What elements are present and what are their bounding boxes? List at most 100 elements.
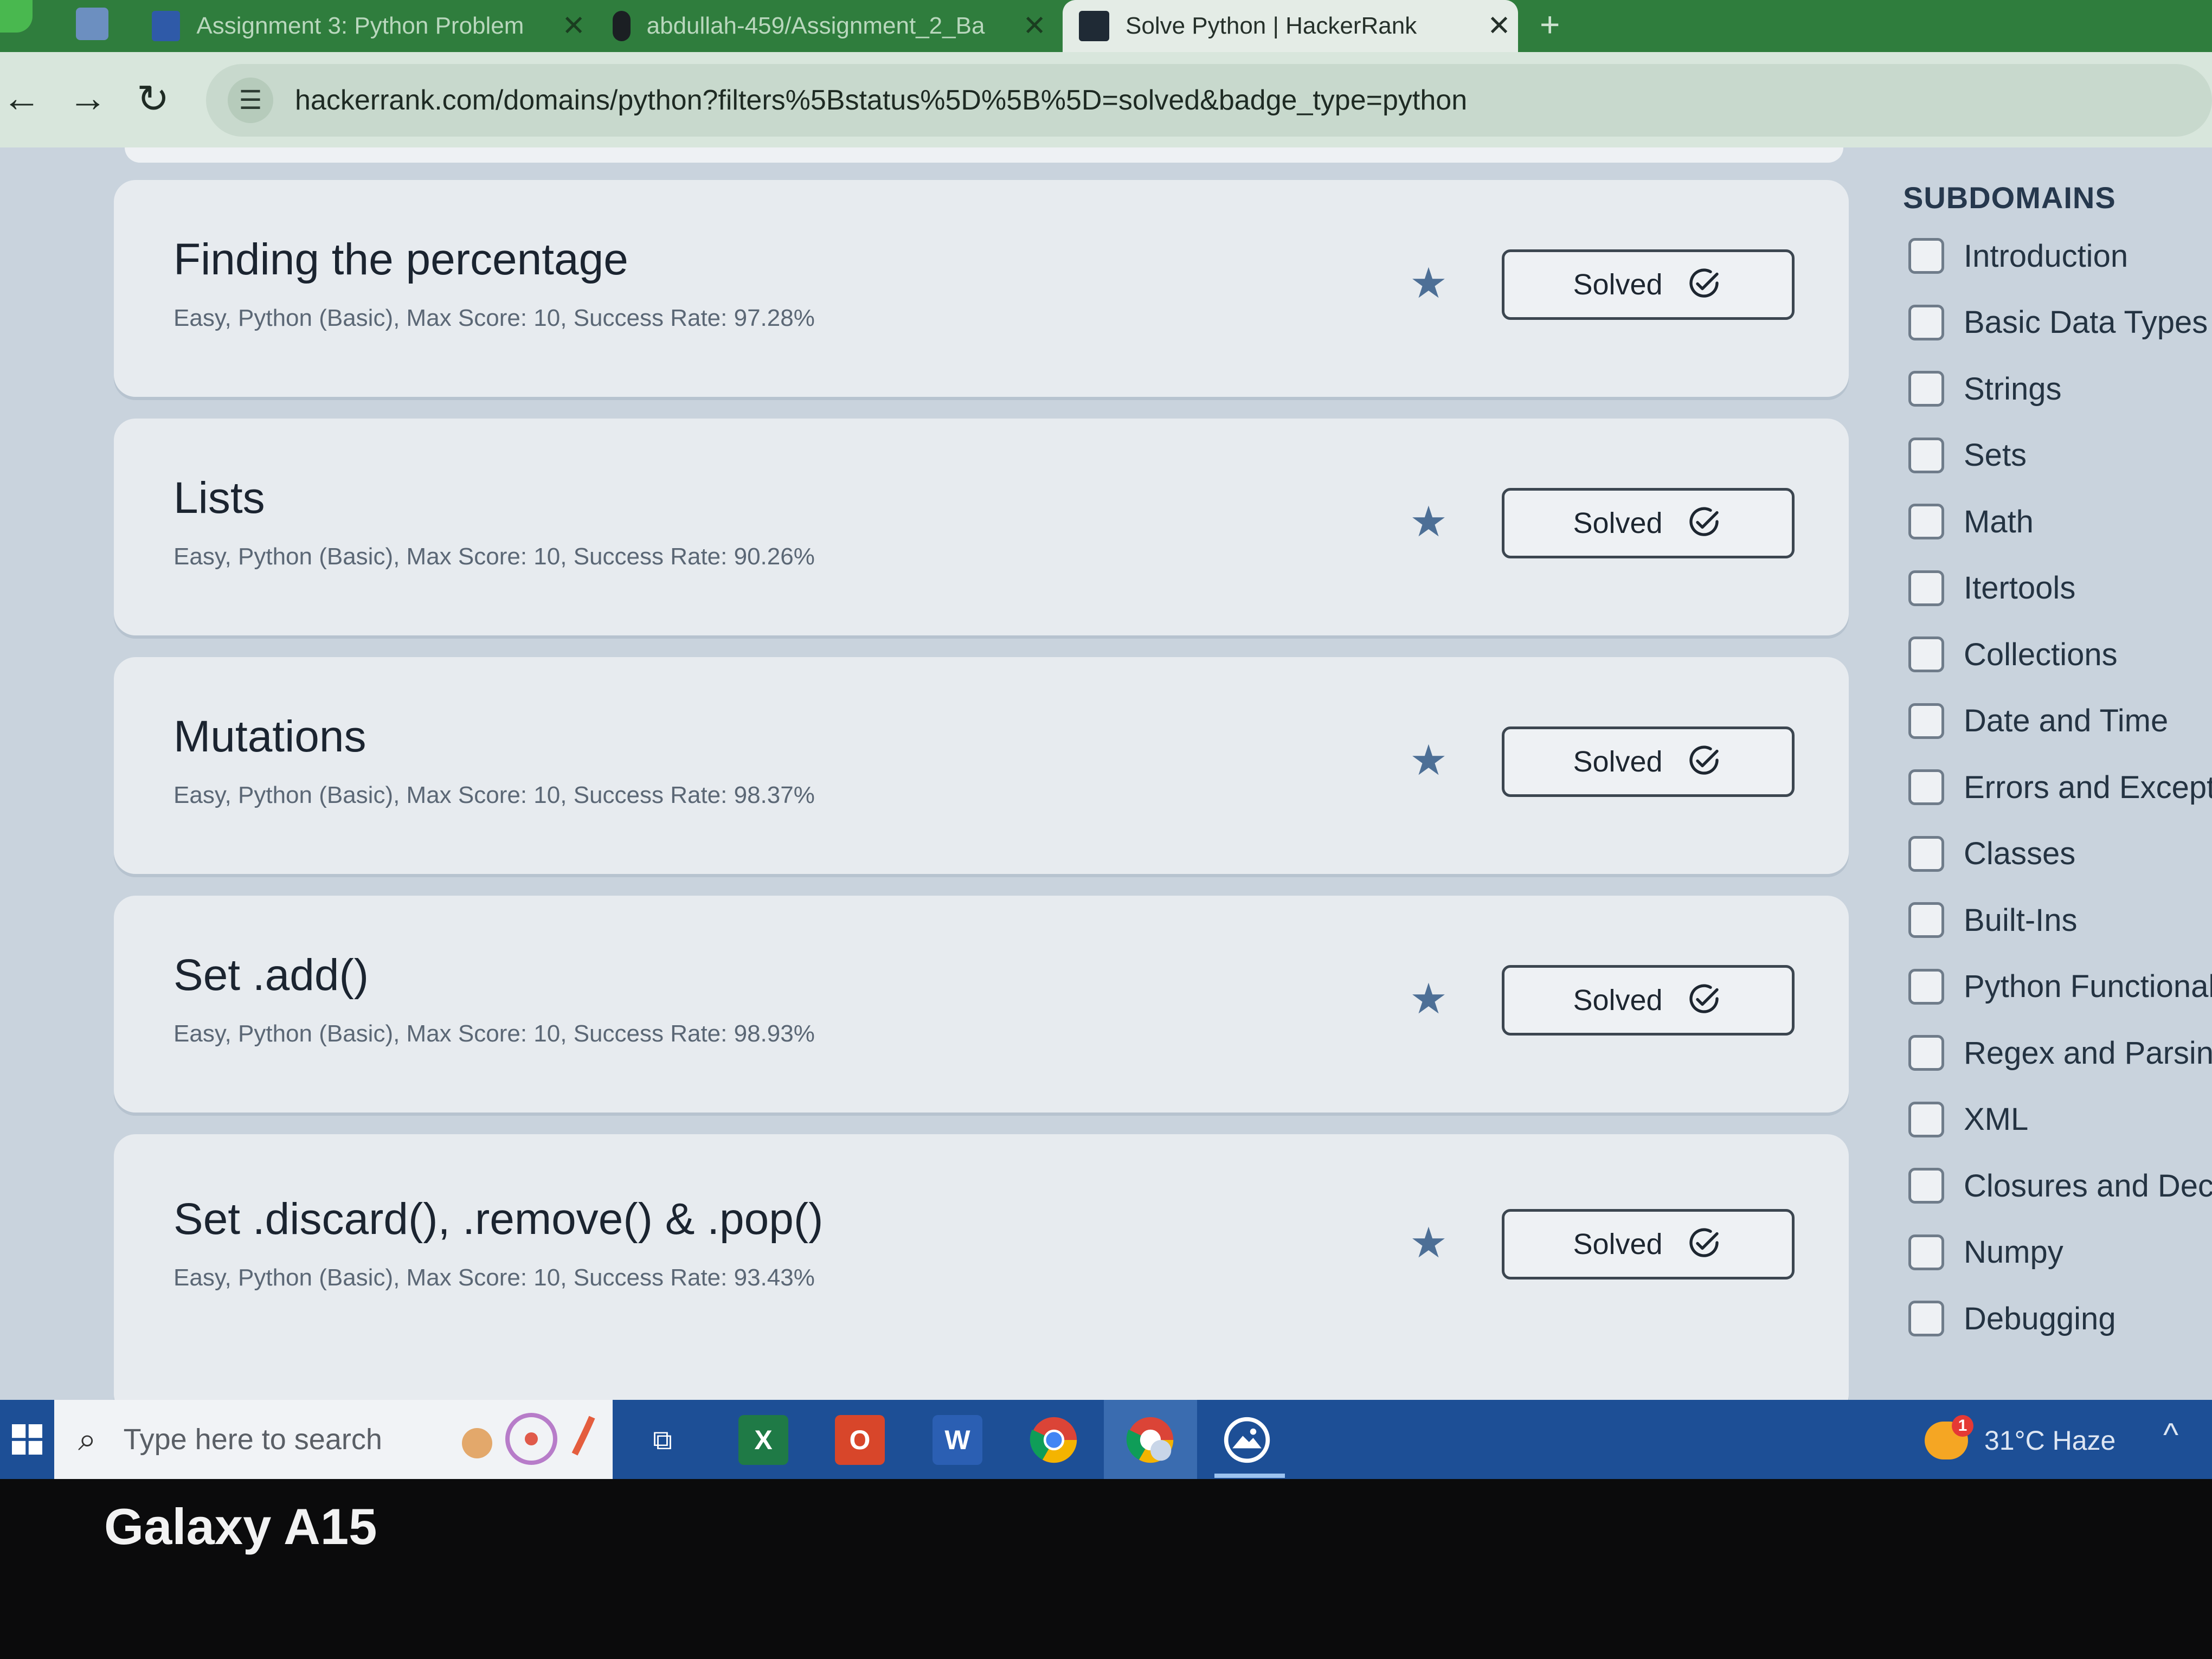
star-icon[interactable]: ★ [1410,738,1453,782]
weather-widget[interactable]: 1 31°C Haze [1925,1415,2115,1459]
chrome-profile-icon[interactable] [1126,1415,1175,1465]
close-icon[interactable]: ✕ [1023,10,1046,42]
forward-icon[interactable]: → [68,76,107,120]
device-watermark: Galaxy A15 [104,1498,377,1555]
subdomain-filter-regex-and-parsing[interactable]: Regex and Parsing [1908,1031,2212,1075]
subdomain-label: Itertools [1964,570,2076,606]
challenge-meta: Easy, Python (Basic), Max Score: 10, Suc… [173,1264,815,1291]
subdomain-filter-collections[interactable]: Collections [1908,633,2118,676]
address-bar[interactable]: ☰ hackerrank.com/domains/python?filters%… [206,64,2212,137]
page-content: Finding the percentage Easy, Python (Bas… [0,147,2212,1400]
challenge-card[interactable]: Lists Easy, Python (Basic), Max Score: 1… [114,419,1849,635]
solved-button[interactable]: Solved [1502,965,1795,1036]
star-icon[interactable]: ★ [1410,1221,1453,1264]
subdomain-filter-date-and-time[interactable]: Date and Time [1908,699,2168,743]
new-tab-button[interactable]: + [1540,0,1560,52]
checkbox[interactable] [1908,437,1944,473]
word-icon[interactable]: W [933,1415,982,1465]
check-circle-icon [1689,745,1719,775]
checkbox[interactable] [1908,1301,1944,1336]
subdomain-filter-itertools[interactable]: Itertools [1908,567,2075,610]
windows-taskbar: ⌕ Type here to search ⧉ X O W 1 31°C Haz… [0,1400,2212,1479]
checkbox[interactable] [1908,1101,1944,1137]
challenge-title[interactable]: Lists [173,473,265,524]
checkbox[interactable] [1908,835,1944,872]
chevron-up-icon[interactable]: ^ [2163,1416,2178,1454]
subdomains-heading: SUBDOMAINS [1903,181,2116,215]
checkbox[interactable] [1908,902,1944,938]
tab-search-icon[interactable] [0,0,33,33]
challenge-card[interactable]: Set .discard(), .remove() & .pop() Easy,… [114,1134,1849,1400]
subdomain-filter-xml[interactable]: XML [1908,1098,2028,1141]
close-icon[interactable]: ✕ [562,10,586,42]
tab-assignment[interactable]: Assignment 3: Python Problem ✕ [152,0,586,52]
subdomain-label: Date and Time [1964,703,2169,738]
challenge-card[interactable]: Set .add() Easy, Python (Basic), Max Sco… [114,896,1849,1113]
solved-button[interactable]: Solved [1502,249,1795,320]
challenge-title[interactable]: Mutations [173,711,366,762]
checkbox[interactable] [1908,968,1944,1005]
site-info-icon[interactable]: ☰ [228,78,273,123]
challenge-card[interactable]: Mutations Easy, Python (Basic), Max Scor… [114,657,1849,874]
task-view-icon[interactable]: ⧉ [638,1415,687,1465]
star-icon[interactable]: ★ [1410,977,1453,1020]
solved-button[interactable]: Solved [1502,726,1795,797]
hackerrank-icon [1079,11,1109,41]
subdomain-label: Built-Ins [1964,902,2078,938]
subdomain-label: Basic Data Types [1964,305,2208,340]
subdomain-label: Introduction [1964,238,2129,274]
subdomain-filter-debugging[interactable]: Debugging [1908,1297,2116,1340]
checkbox[interactable] [1908,703,1944,739]
subdomain-filter-sets[interactable]: Sets [1908,434,2027,477]
challenge-title[interactable]: Set .add() [173,950,369,1001]
star-icon[interactable]: ★ [1410,500,1453,543]
checkbox[interactable] [1908,371,1944,407]
challenge-card[interactable]: Finding the percentage Easy, Python (Bas… [114,180,1849,397]
office-icon[interactable]: O [835,1415,885,1465]
challenge-meta: Easy, Python (Basic), Max Score: 10, Suc… [173,782,815,808]
subdomain-filter-errors-and-excepti[interactable]: Errors and Excepti [1908,766,2212,809]
solved-button[interactable]: Solved [1502,488,1795,558]
solved-button[interactable]: Solved [1502,1209,1795,1279]
checkbox[interactable] [1908,1234,1944,1270]
check-circle-icon [1689,984,1719,1013]
classroom-icon [152,11,181,41]
back-icon[interactable]: ← [2,76,41,120]
checkbox[interactable] [1908,238,1944,274]
challenge-title[interactable]: Finding the percentage [173,234,628,285]
subdomain-filter-basic-data-types[interactable]: Basic Data Types [1908,301,2208,344]
challenge-title[interactable]: Set .discard(), .remove() & .pop() [173,1194,823,1245]
tab-group-icon[interactable] [76,8,108,40]
subdomain-label: Numpy [1964,1234,2063,1270]
subdomain-filter-math[interactable]: Math [1908,500,2034,543]
checkbox[interactable] [1908,1035,1944,1071]
subdomain-filter-introduction[interactable]: Introduction [1908,234,2128,278]
reload-icon[interactable]: ↻ [137,76,169,121]
challenge-meta: Easy, Python (Basic), Max Score: 10, Suc… [173,305,815,331]
checkbox[interactable] [1908,504,1944,539]
chrome-icon[interactable] [1029,1415,1079,1465]
subdomain-filter-strings[interactable]: Strings [1908,367,2062,410]
subdomain-filter-built-ins[interactable]: Built-Ins [1908,898,2078,942]
checkbox[interactable] [1908,570,1944,606]
checkbox[interactable] [1908,304,1944,340]
star-icon[interactable]: ★ [1410,261,1453,305]
checkbox[interactable] [1908,1168,1944,1204]
subdomain-filter-classes[interactable]: Classes [1908,832,2075,876]
checkbox[interactable] [1908,769,1944,805]
weather-alert-badge: 1 [1952,1415,1973,1437]
tab-hackerrank[interactable]: Solve Python | HackerRank ✕ [1063,0,1518,52]
check-circle-icon [1689,507,1719,536]
start-button[interactable] [0,1400,54,1479]
taskbar-search[interactable]: ⌕ Type here to search [54,1400,613,1479]
url-text[interactable]: hackerrank.com/domains/python?filters%5B… [295,84,1467,117]
excel-icon[interactable]: X [738,1415,788,1465]
tab-github[interactable]: abdullah-459/Assignment_2_Ba ✕ [613,0,1046,52]
checkbox[interactable] [1908,636,1944,672]
subdomain-filter-python-functional[interactable]: Python Functional [1908,965,2212,1008]
subdomain-label: Regex and Parsing [1964,1035,2212,1071]
subdomain-filter-numpy[interactable]: Numpy [1908,1231,2063,1274]
photos-icon[interactable] [1222,1415,1272,1465]
subdomain-filter-closures-and-deco[interactable]: Closures and Deco [1908,1164,2212,1207]
close-icon[interactable]: ✕ [1487,10,1511,42]
